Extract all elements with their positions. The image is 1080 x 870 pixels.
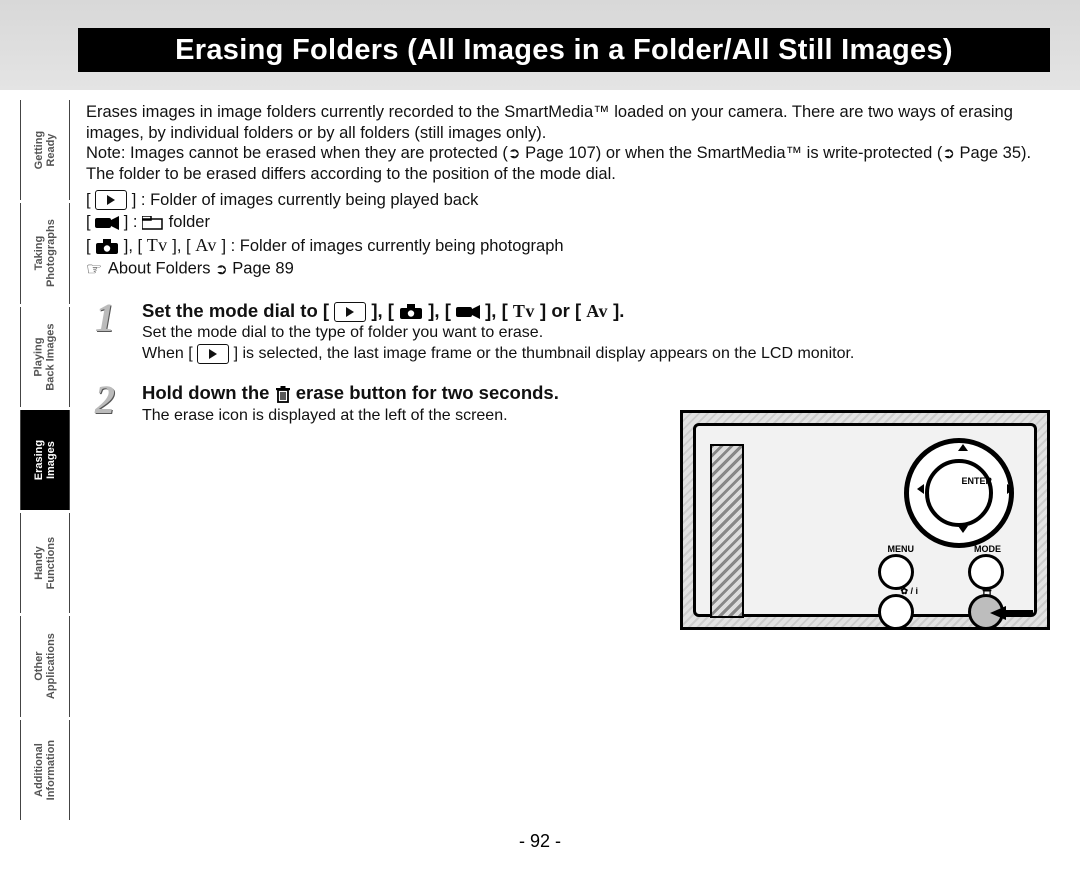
play-icon [334, 302, 366, 322]
step-2: 2 Hold down the erase button for two sec… [86, 382, 646, 425]
camera-icon [399, 304, 423, 320]
pointer-arrow-icon [990, 604, 1036, 622]
page-title: Erasing Folders (All Images in a Folder/… [78, 28, 1050, 72]
see-icon: ➲ [508, 145, 521, 164]
dial-left-icon [917, 484, 924, 494]
step-1: 1 Set the mode dial to [ ], [ ], [ ], [ … [86, 300, 1046, 364]
step-number-1: 1 [86, 300, 124, 336]
mode-button [968, 554, 1004, 590]
see-icon: ➲ [215, 260, 228, 280]
step-2-sub: The erase icon is displayed at the left … [142, 407, 646, 425]
flower-info-button [878, 594, 914, 630]
mode-list: [ ] : Folder of images currently being p… [86, 189, 1046, 282]
dial-down-icon [958, 526, 968, 533]
section-tabs: GettingReady TakingPhotographs PlayingBa… [20, 100, 68, 820]
page-number: - 92 - [0, 831, 1080, 852]
mode-line-camera: [ ], [ Tv ], [ Av ] : Folder of images c… [86, 233, 1046, 257]
av-mode: Av [195, 235, 217, 255]
step-1-sub-2: When [ ] is selected, the last image fra… [142, 344, 1046, 364]
tab-additional-information[interactable]: AdditionalInformation [20, 720, 70, 820]
mode-label: MODE [974, 544, 1001, 554]
trash-icon [275, 383, 291, 405]
step-number-2: 2 [86, 382, 124, 418]
step-2-heading: Hold down the erase button for two secon… [142, 382, 646, 405]
mode-line-movie: [ ] : folder [86, 211, 1046, 233]
dial-right-icon [1007, 484, 1014, 494]
menu-label: MENU [888, 544, 915, 554]
pointer-icon: ☞ [86, 257, 102, 281]
dial-up-icon [958, 444, 968, 451]
tab-taking-photographs[interactable]: TakingPhotographs [20, 203, 70, 303]
play-icon [197, 344, 229, 364]
tab-playing-back-images[interactable]: PlayingBack Images [20, 307, 70, 407]
mode-line-play: [ ] : Folder of images currently being p… [86, 189, 1046, 211]
about-folders-line: ☞ About Folders ➲ Page 89 [86, 257, 1046, 281]
see-icon: ➲ [942, 145, 955, 164]
page-content: Erases images in image folders currently… [86, 102, 1046, 425]
movie-icon [456, 304, 480, 320]
tab-handy-functions[interactable]: HandyFunctions [20, 513, 70, 613]
intro-note: Note: Images cannot be erased when they … [86, 143, 1046, 164]
tv-mode: Tv [147, 235, 168, 255]
play-icon [95, 190, 127, 210]
folder-small-icon [142, 216, 164, 230]
camera-illustration: ENTER MENU MODE ✿ / i [680, 410, 1050, 630]
movie-icon [95, 215, 119, 231]
intro-para-1: Erases images in image folders currently… [86, 102, 1046, 143]
camera-grip [710, 444, 744, 618]
enter-label: ENTER [961, 476, 992, 486]
intro-para-3: The folder to be erased differs accordin… [86, 164, 1046, 185]
step-1-heading: Set the mode dial to [ ], [ ], [ ], [ Tv… [142, 300, 1046, 322]
page-title-bar: Erasing Folders (All Images in a Folder/… [78, 28, 1050, 72]
camera-icon [95, 239, 119, 255]
tab-other-applications[interactable]: OtherApplications [20, 616, 70, 716]
step-1-sub-1: Set the mode dial to the type of folder … [142, 324, 1046, 342]
camera-body: ENTER MENU MODE ✿ / i [693, 423, 1037, 617]
tab-getting-ready[interactable]: GettingReady [20, 100, 70, 200]
tab-erasing-images[interactable]: ErasingImages [20, 410, 70, 510]
menu-button [878, 554, 914, 590]
